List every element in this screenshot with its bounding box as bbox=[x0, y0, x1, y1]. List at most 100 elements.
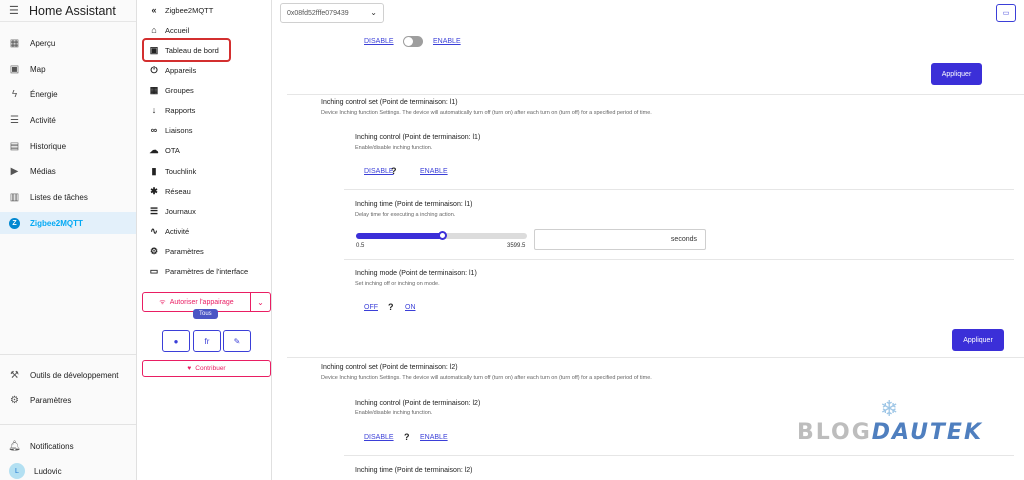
watermark-logo: BLOGDAUTEK bbox=[797, 420, 984, 445]
gear-icon: ⚙ bbox=[10, 394, 19, 406]
groups-icon: ▦ bbox=[149, 84, 159, 95]
activity-icon: ∿ bbox=[150, 225, 158, 236]
section-title: Inching control set (Point de terminaiso… bbox=[321, 364, 458, 371]
slider-handle[interactable] bbox=[437, 231, 447, 240]
question-circle-icon: ● bbox=[173, 336, 179, 346]
logs-icon: ☰ bbox=[149, 205, 159, 216]
sidebar-item-notifications[interactable]: 🔔︎ Notifications bbox=[0, 435, 136, 457]
slider-min: 0.5 bbox=[356, 243, 365, 249]
grid-icon: ▦ bbox=[9, 37, 20, 49]
mode-title: Inching mode (Point de terminaison: l1) bbox=[355, 270, 477, 277]
time-description: Delay time for executing a inching actio… bbox=[355, 212, 456, 218]
control-disable-link[interactable]: DISABLE bbox=[364, 168, 394, 175]
sidebar-item-historique[interactable]: ▤ Historique bbox=[0, 135, 136, 157]
ha-sidebar: ☰ Home Assistant ▦ Aperçu ▣ Map ϟ Énergie ☰… bbox=[0, 0, 137, 480]
bolt-icon: ϟ bbox=[11, 88, 18, 100]
section-title: Inching control set (Point de terminaiso… bbox=[321, 99, 458, 106]
mode-description: Set inching off or inching on mode. bbox=[355, 281, 440, 287]
z2m-item-groups[interactable]: ▦ Groupes bbox=[137, 80, 271, 100]
z2m-item-network[interactable]: ✱ Réseau bbox=[137, 181, 271, 201]
touchlink-icon: ▮ bbox=[151, 165, 157, 176]
collapse-menu-icon[interactable]: ☰ bbox=[9, 4, 29, 17]
screen-button[interactable]: ▭ bbox=[996, 4, 1016, 22]
z2m-item-reports[interactable]: ↓ Rapports bbox=[137, 100, 271, 120]
arrow-down-icon: ↓ bbox=[151, 105, 157, 115]
top-bar: 0x08fd52fffe079439 ⌄ ▭ bbox=[272, 0, 1024, 28]
permit-join-dropdown[interactable]: ⌄ bbox=[251, 292, 271, 312]
z2m-item-ui-settings[interactable]: ▭ Paramètres de l'interface bbox=[137, 261, 271, 281]
permit-target-badge: Tous bbox=[193, 309, 218, 319]
z2m-item-accueil[interactable]: ⌂ Accueil bbox=[137, 20, 271, 40]
highlight-annotation bbox=[142, 38, 231, 62]
language-button[interactable]: fr bbox=[193, 330, 221, 352]
z2m-nav: «Zigbee2MQTT ⌂ Accueil ▣ Tableau de bord ⏻… bbox=[137, 0, 272, 480]
cloud-icon: ☁ bbox=[149, 144, 159, 155]
sidebar-item-zigbee2mqtt[interactable]: Z Zigbee2MQTT bbox=[0, 212, 136, 234]
sidebar-item-settings[interactable]: ⚙ Paramètres bbox=[0, 389, 136, 411]
contribute-button[interactable]: ♥ Contribuer bbox=[142, 360, 271, 377]
main-content: 0x08fd52fffe079439 ⌄ ▭ DISABLE ENABLE Ap… bbox=[272, 0, 1024, 480]
mode-on-link[interactable]: ON bbox=[405, 304, 416, 311]
bell-icon: 🔔︎ bbox=[8, 440, 21, 452]
apply-button[interactable]: Appliquer bbox=[931, 63, 982, 85]
sidebar-item-map[interactable]: ▣ Map bbox=[0, 58, 136, 80]
mode-off-link[interactable]: OFF bbox=[364, 304, 378, 311]
sidebar-item-dev-tools[interactable]: ⚒ Outils de développement bbox=[0, 364, 136, 386]
time-input[interactable]: seconds bbox=[534, 229, 706, 250]
sidebar-item-listes[interactable]: ▥ Listes de tâches bbox=[0, 186, 136, 208]
hammer-icon: ⚒ bbox=[10, 369, 19, 381]
subsection-divider bbox=[344, 189, 1014, 190]
monitor-icon: ▭ bbox=[1002, 10, 1010, 17]
control-state-unknown: ? bbox=[391, 166, 397, 176]
sidebar-item-apercu[interactable]: ▦ Aperçu bbox=[0, 32, 136, 54]
z2m-item-bindings[interactable]: ∞ Liaisons bbox=[137, 120, 271, 140]
divider bbox=[0, 424, 136, 425]
monitor-icon: ▭ bbox=[149, 265, 159, 276]
avatar: L bbox=[9, 463, 25, 479]
brush-icon: ✎ bbox=[233, 336, 241, 346]
divider bbox=[0, 354, 136, 355]
section-description: Device Inching function Settings. The de… bbox=[321, 110, 652, 116]
apply-button[interactable]: Appliquer bbox=[952, 329, 1004, 351]
zigbee-icon: Z bbox=[9, 217, 20, 229]
top-toggle[interactable] bbox=[403, 36, 423, 47]
z2m-item-logs[interactable]: ☰ Journaux bbox=[137, 201, 271, 221]
theme-button[interactable]: ✎ bbox=[223, 330, 251, 352]
section-description: Device Inching function Settings. The de… bbox=[321, 375, 652, 381]
chevron-left-icon: « bbox=[151, 5, 157, 15]
device-select[interactable]: 0x08fd52fffe079439 ⌄ bbox=[280, 3, 384, 23]
control-disable-link[interactable]: DISABLE bbox=[364, 434, 394, 441]
control-description: Enable/disable inching function. bbox=[355, 145, 433, 151]
section-divider bbox=[287, 357, 1024, 358]
control-title: Inching control (Point de terminaison: l… bbox=[355, 400, 481, 407]
control-enable-link[interactable]: ENABLE bbox=[420, 168, 448, 175]
time-title: Inching time (Point de terminaison: l1) bbox=[355, 201, 473, 208]
z2m-item-devices[interactable]: ⏻ Appareils bbox=[137, 60, 271, 80]
heart-icon: ♥ bbox=[187, 365, 192, 372]
time-slider[interactable] bbox=[356, 231, 527, 240]
person-icon: ▣ bbox=[9, 63, 20, 75]
top-enable-link[interactable]: ENABLE bbox=[433, 38, 461, 45]
sidebar-item-user[interactable]: L Ludovic bbox=[0, 460, 136, 480]
link-icon: ∞ bbox=[150, 125, 158, 135]
sidebar-item-energie[interactable]: ϟ Énergie bbox=[0, 83, 136, 105]
top-disable-link[interactable]: DISABLE bbox=[364, 38, 394, 45]
z2m-item-touchlink[interactable]: ▮ Touchlink bbox=[137, 161, 271, 181]
mode-state-unknown: ? bbox=[388, 302, 394, 312]
play-icon: ▶ bbox=[10, 165, 19, 177]
sidebar-item-activite[interactable]: ☰ Activité bbox=[0, 109, 136, 131]
time-title: Inching time (Point de terminaison: l2) bbox=[355, 467, 473, 474]
sidebar-item-medias[interactable]: ▶ Médias bbox=[0, 160, 136, 182]
control-state-unknown: ? bbox=[404, 432, 410, 442]
list-icon: ☰ bbox=[10, 114, 19, 126]
z2m-header[interactable]: «Zigbee2MQTT bbox=[137, 0, 271, 20]
app-title: Home Assistant bbox=[29, 3, 116, 18]
help-button[interactable]: ● bbox=[162, 330, 190, 352]
z2m-item-activity[interactable]: ∿ Activité bbox=[137, 221, 271, 241]
snowflake-icon: ❄ bbox=[880, 396, 899, 421]
section-divider bbox=[287, 94, 1024, 95]
control-enable-link[interactable]: ENABLE bbox=[420, 434, 448, 441]
subsection-divider bbox=[344, 259, 1014, 260]
z2m-item-settings[interactable]: ⚙ Paramètres bbox=[137, 241, 271, 261]
z2m-item-ota[interactable]: ☁ OTA bbox=[137, 140, 271, 160]
